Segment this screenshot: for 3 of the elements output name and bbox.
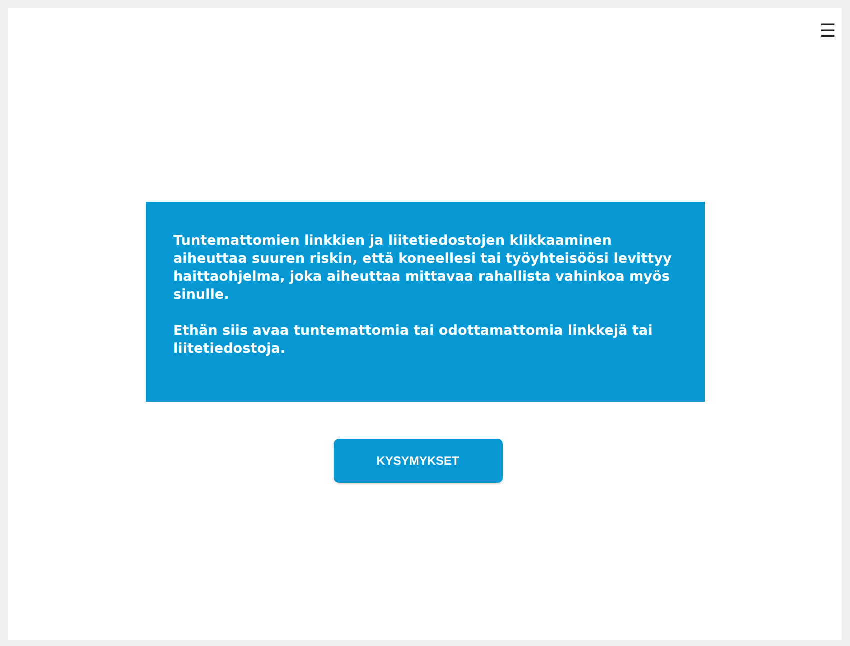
menu-button[interactable]: ☰ — [820, 22, 836, 40]
notice-text: Ethän siis avaa tuntemattomia tai odottamattomia linkkejä tai liitetiedostoja. — [174, 322, 654, 358]
notice-text: Tuntemattomien linkkien ja liitetiedostojen klikkaaminen aiheuttaa suuren riskin, että koneellesi tai työyhteisöösi levittyy haittaohjelma, joka aiheuttaa mittavaa rahallista vahinkoa myös sinulle. — [174, 232, 673, 304]
